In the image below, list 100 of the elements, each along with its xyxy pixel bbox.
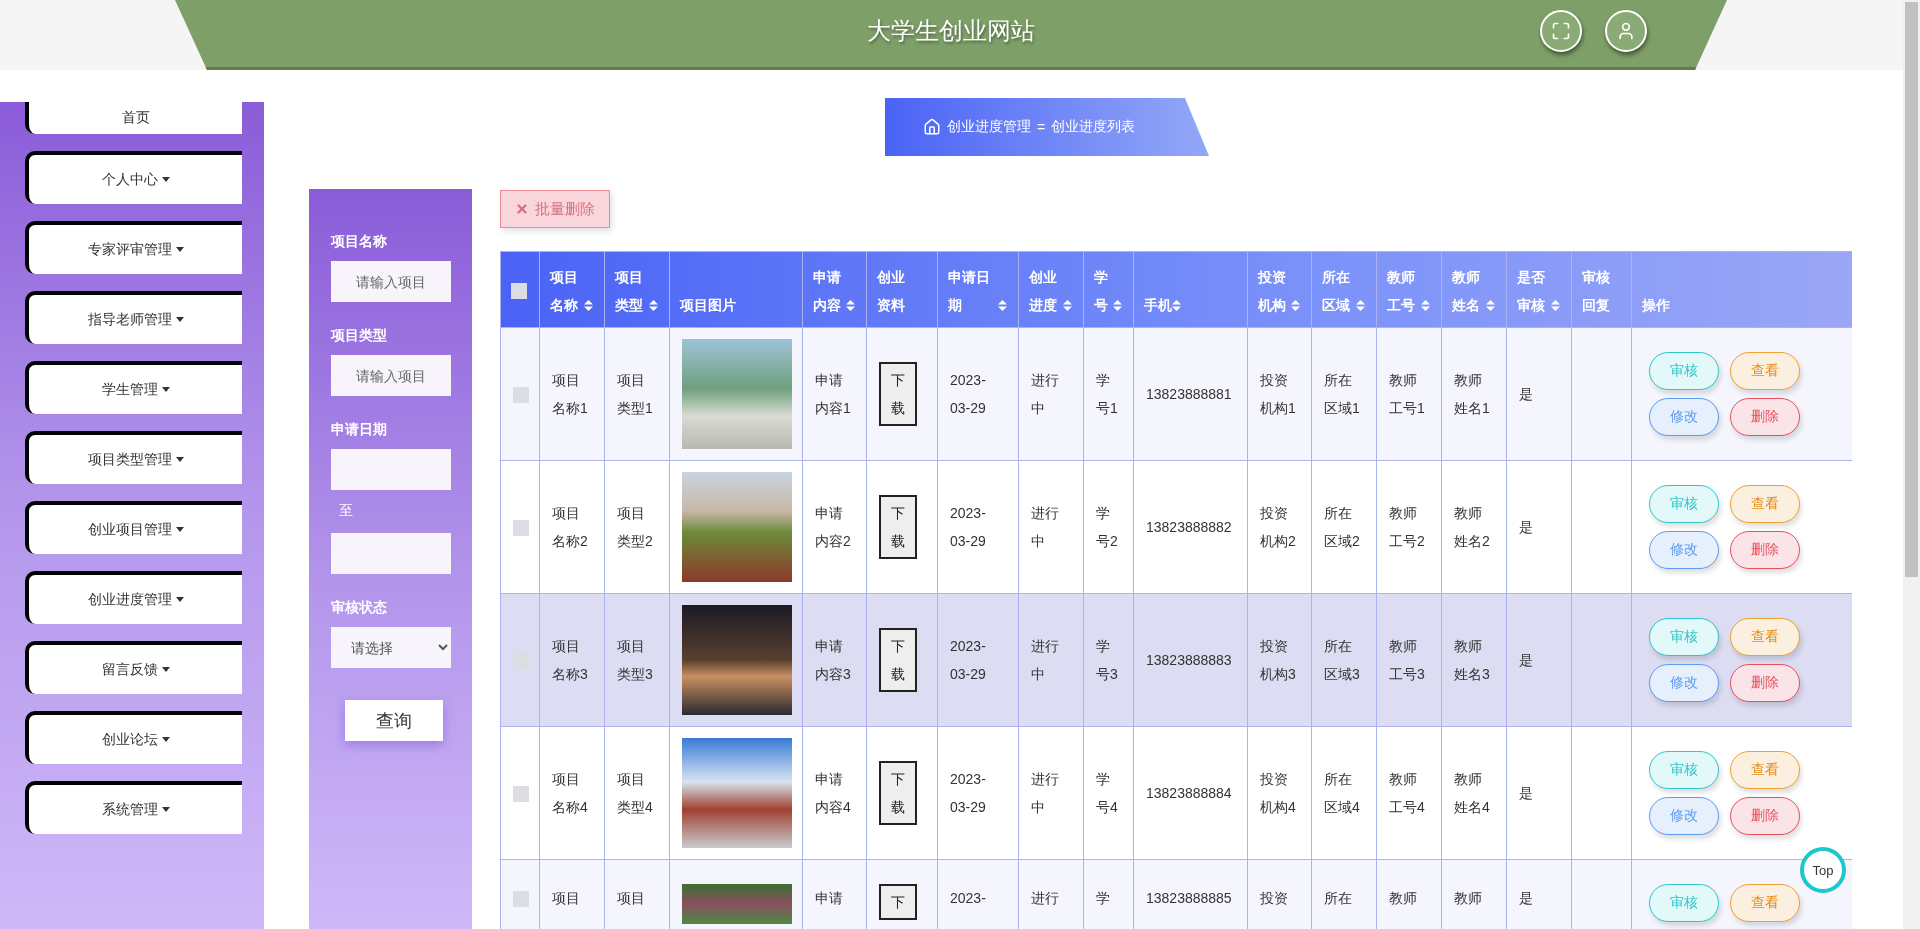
close-icon bbox=[515, 202, 529, 216]
sort-icon[interactable] bbox=[1063, 300, 1072, 311]
download-button[interactable]: 下载 bbox=[879, 628, 917, 692]
table-cell: 申请内容2 bbox=[802, 460, 867, 594]
download-button[interactable]: 下载 bbox=[879, 495, 917, 559]
column-header: 项目名称 bbox=[550, 268, 579, 315]
table-row[interactable]: 项目名称1 项目类型1 申请内容1 下载 2023-03-29 进行中 学号1 13823888881 投资机构1 所在区域1 教师工号1 教师姓名1 是 审核 查看 修改 删除 bbox=[500, 327, 1852, 461]
sort-icon[interactable] bbox=[649, 300, 658, 311]
row-checkbox[interactable] bbox=[513, 387, 529, 404]
column-header: 投资机构 bbox=[1258, 268, 1287, 315]
table-cell: 申请内容1 bbox=[802, 327, 867, 461]
select-all-checkbox[interactable] bbox=[511, 282, 527, 299]
breadcrumb-link[interactable]: 创业进度管理 bbox=[947, 118, 1031, 136]
row-checkbox[interactable] bbox=[513, 520, 529, 537]
table-cell: 所在区域4 bbox=[1311, 726, 1377, 860]
breadcrumb-separator: = bbox=[1037, 119, 1046, 135]
sort-icon[interactable] bbox=[846, 300, 855, 311]
sidebar-item[interactable]: 创业论坛 bbox=[25, 711, 242, 764]
column-header: 教师工号 bbox=[1387, 268, 1416, 315]
row-checkbox[interactable] bbox=[513, 891, 529, 908]
table-cell: 学号2 bbox=[1083, 460, 1134, 594]
table-cell: 13823888881 bbox=[1133, 327, 1248, 461]
table-cell: 投资机构1 bbox=[1247, 327, 1312, 461]
fullscreen-button[interactable] bbox=[1540, 9, 1582, 52]
table-row[interactable]: 项目名称3 项目类型3 申请内容3 下载 2023-03-29 进行中 学号3 13823888883 投资机构3 所在区域3 教师工号3 教师姓名3 是 审核 查看 修改 删除 bbox=[500, 593, 1852, 727]
scrollbar-thumb[interactable] bbox=[1905, 2, 1918, 577]
column-header: 审核回复 bbox=[1582, 268, 1611, 315]
sidebar-item[interactable]: 留言反馈 bbox=[25, 641, 242, 694]
table-cell: 教师姓名4 bbox=[1441, 726, 1507, 860]
column-header: 所在区域 bbox=[1322, 268, 1351, 315]
table-cell: 2023-03-29 bbox=[937, 327, 1019, 461]
column-header: 学号 bbox=[1094, 268, 1109, 315]
table-cell: 是 bbox=[1506, 327, 1572, 461]
download-button[interactable]: 下载 bbox=[879, 761, 917, 825]
download-button[interactable]: 下 bbox=[879, 884, 917, 920]
sort-icon[interactable] bbox=[1551, 300, 1560, 311]
column-header: 创业资料 bbox=[877, 268, 906, 315]
sort-icon[interactable] bbox=[1291, 300, 1300, 311]
row-checkbox[interactable] bbox=[513, 786, 529, 803]
table-cell: 教师工号4 bbox=[1376, 726, 1442, 860]
sidebar-item[interactable]: 首页 bbox=[25, 102, 242, 134]
table-cell: 项目名称4 bbox=[539, 726, 605, 860]
column-header: 操作 bbox=[1642, 296, 1670, 315]
filter-label: 项目类型 bbox=[331, 326, 387, 345]
table-cell: 项目名称1 bbox=[539, 327, 605, 461]
status-select[interactable]: 请选择 bbox=[331, 627, 451, 668]
sort-icon[interactable] bbox=[584, 300, 593, 311]
table-cell: 13823888884 bbox=[1133, 726, 1248, 860]
table-cell: 教师工号2 bbox=[1376, 460, 1442, 594]
sidebar-item[interactable]: 系统管理 bbox=[25, 781, 242, 834]
scrollbar[interactable] bbox=[1903, 0, 1920, 929]
table-cell: 项目类型2 bbox=[604, 460, 670, 594]
table-cell: 进行中 bbox=[1018, 726, 1084, 860]
sort-icon[interactable] bbox=[1172, 300, 1181, 311]
text-field[interactable]: 请输入项目 bbox=[331, 261, 451, 302]
column-header: 申请日期 bbox=[948, 268, 991, 315]
sidebar-item[interactable]: 学生管理 bbox=[25, 361, 242, 414]
table-cell: 是 bbox=[1506, 593, 1572, 727]
table-cell: 所在区域3 bbox=[1311, 593, 1377, 727]
filter-label: 申请日期 bbox=[331, 420, 387, 439]
site-title: 大学生创业网站 bbox=[867, 15, 1035, 46]
table-cell: 教师工号3 bbox=[1376, 593, 1442, 727]
sidebar-item[interactable]: 指导老师管理 bbox=[25, 291, 242, 344]
table-cell: 投资机构3 bbox=[1247, 593, 1312, 727]
sidebar-item[interactable]: 项目类型管理 bbox=[25, 431, 242, 484]
table-row[interactable]: 项目名称2 项目类型2 申请内容2 下载 2023-03-29 进行中 学号2 13823888882 投资机构2 所在区域2 教师工号2 教师姓名2 是 审核 查看 修改 删除 bbox=[500, 460, 1852, 594]
user-button[interactable] bbox=[1605, 9, 1647, 52]
sort-icon[interactable] bbox=[1421, 300, 1430, 311]
sort-icon[interactable] bbox=[1356, 300, 1365, 311]
table-cell: 2023-03-29 bbox=[937, 726, 1019, 860]
table-cell: 申请内容4 bbox=[802, 726, 867, 860]
date-field[interactable] bbox=[331, 533, 451, 574]
user-icon bbox=[1616, 20, 1636, 41]
sort-icon[interactable] bbox=[1486, 300, 1495, 311]
query-button[interactable]: 查询 bbox=[344, 700, 443, 741]
filter-label: 项目名称 bbox=[331, 232, 387, 251]
table-cell: 所在区域1 bbox=[1311, 327, 1377, 461]
download-button[interactable]: 下载 bbox=[879, 362, 917, 426]
table-cell: 项目类型1 bbox=[604, 327, 670, 461]
home-icon[interactable] bbox=[923, 118, 941, 136]
table-cell: 是 bbox=[1506, 726, 1572, 860]
sidebar-item[interactable]: 个人中心 bbox=[25, 151, 242, 204]
column-header: 申请内容 bbox=[813, 268, 842, 315]
fullscreen-icon bbox=[1551, 20, 1571, 41]
table-cell: 项目名称3 bbox=[539, 593, 605, 727]
sidebar-item[interactable]: 创业进度管理 bbox=[25, 571, 242, 624]
date-field[interactable] bbox=[331, 449, 451, 490]
sidebar-item[interactable]: 专家评审管理 bbox=[25, 221, 242, 274]
text-field[interactable]: 请输入项目 bbox=[331, 355, 451, 396]
column-header: 是否审核 bbox=[1517, 268, 1546, 315]
table-row[interactable]: 项目名称4 项目类型4 申请内容4 下载 2023-03-29 进行中 学号4 13823888884 投资机构4 所在区域4 教师工号4 教师姓名4 是 审核 查看 修改 删除 bbox=[500, 726, 1852, 860]
sort-icon[interactable] bbox=[998, 300, 1007, 311]
column-header: 项目类型 bbox=[615, 268, 644, 315]
table-cell: 投资机构2 bbox=[1247, 460, 1312, 594]
table-cell: 学号1 bbox=[1083, 327, 1134, 461]
sidebar-item[interactable]: 创业项目管理 bbox=[25, 501, 242, 554]
sort-icon[interactable] bbox=[1113, 300, 1122, 311]
table-cell: 教师姓名1 bbox=[1441, 327, 1507, 461]
breadcrumb-current: 创业进度列表 bbox=[1051, 118, 1136, 136]
table-cell: 教师工号1 bbox=[1376, 327, 1442, 461]
